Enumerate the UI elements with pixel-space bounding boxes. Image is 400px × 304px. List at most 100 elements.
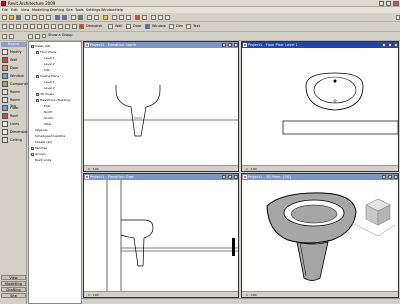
expand-toggle[interactable] bbox=[31, 147, 34, 150]
design-item-floor[interactable]: Floor bbox=[2, 104, 26, 112]
expand-toggle[interactable] bbox=[36, 51, 39, 54]
paste-icon[interactable] bbox=[46, 15, 51, 20]
view-maximize-icon[interactable] bbox=[388, 175, 392, 179]
thin-lines-icon[interactable] bbox=[142, 15, 147, 20]
tree-item[interactable]: Sheets (all) bbox=[35, 140, 52, 144]
design-item-lines[interactable]: Lines bbox=[2, 120, 26, 128]
window-label[interactable]: Window bbox=[152, 24, 166, 29]
view-elevation-east[interactable]: Project1 - Elevation: East 1 : 100 bbox=[83, 173, 239, 298]
help-search-icon[interactable] bbox=[396, 15, 400, 20]
expand-toggle[interactable] bbox=[31, 45, 34, 48]
menu-settings[interactable]: Settings bbox=[86, 8, 100, 12]
view-scale[interactable]: 1 : 100 bbox=[88, 293, 99, 297]
tree-item[interactable]: Level 2 bbox=[44, 62, 55, 66]
rotate-icon[interactable] bbox=[16, 24, 21, 29]
tree-item[interactable]: South bbox=[44, 116, 53, 120]
tree-item[interactable]: Families bbox=[35, 146, 47, 150]
print-icon[interactable] bbox=[25, 15, 30, 20]
menu-help[interactable]: Help bbox=[115, 8, 123, 12]
demolish-label[interactable]: Demolish bbox=[86, 24, 102, 29]
tree-item[interactable]: Revit Links bbox=[35, 158, 51, 162]
move-icon[interactable] bbox=[2, 24, 7, 29]
menu-tools[interactable]: Tools bbox=[75, 8, 84, 12]
text-icon[interactable] bbox=[186, 24, 191, 29]
redo-icon[interactable] bbox=[62, 15, 67, 20]
offset-icon[interactable] bbox=[44, 24, 49, 29]
tree-item[interactable]: 3D Views bbox=[40, 92, 54, 96]
copy-element-icon[interactable] bbox=[9, 24, 14, 29]
expand-toggle[interactable] bbox=[36, 75, 39, 78]
tree-item[interactable]: North bbox=[44, 110, 52, 114]
show-group-checkbox[interactable] bbox=[42, 34, 46, 38]
split-icon[interactable] bbox=[58, 24, 63, 29]
menu-edit[interactable]: Edit bbox=[11, 8, 18, 12]
tree-item[interactable]: Elevations (Building bbox=[40, 98, 70, 102]
new-icon[interactable] bbox=[2, 15, 7, 20]
tree-item[interactable]: Ceiling Plans bbox=[40, 74, 59, 78]
view-elevation-north[interactable]: Project1 - Elevation: North 1 : 100 bbox=[83, 41, 239, 172]
mirror-icon[interactable] bbox=[23, 24, 28, 29]
array-icon[interactable] bbox=[30, 24, 35, 29]
filter-icon[interactable] bbox=[165, 15, 170, 20]
section-icon[interactable] bbox=[112, 15, 117, 20]
save-icon[interactable] bbox=[16, 15, 21, 20]
undo-icon[interactable] bbox=[55, 15, 60, 20]
tree-item[interactable]: Site bbox=[44, 68, 50, 72]
design-item-door[interactable]: Door bbox=[2, 64, 26, 72]
tree-item[interactable]: Views (all) bbox=[35, 44, 50, 48]
view-minimize-icon[interactable] bbox=[222, 175, 226, 179]
view-maximize-icon[interactable] bbox=[228, 43, 232, 47]
menu-window[interactable]: Window bbox=[101, 8, 115, 12]
design-options-icon[interactable] bbox=[9, 34, 14, 39]
close-icon[interactable] bbox=[393, 1, 399, 6]
window-icon[interactable] bbox=[145, 24, 150, 29]
zoom-icon[interactable] bbox=[87, 15, 92, 20]
design-tab-modelling[interactable]: Modelling bbox=[1, 281, 26, 286]
design-tab-view[interactable]: View bbox=[1, 275, 26, 280]
dimension-icon[interactable] bbox=[169, 24, 174, 29]
view-close-icon[interactable] bbox=[394, 175, 398, 179]
tree-item[interactable]: Level 1 bbox=[44, 56, 55, 60]
scale-icon[interactable] bbox=[37, 24, 42, 29]
detail-icon[interactable] bbox=[158, 15, 163, 20]
design-item-component[interactable]: Component bbox=[2, 80, 30, 88]
maximize-icon[interactable] bbox=[386, 1, 391, 6]
render-icon[interactable] bbox=[135, 15, 140, 20]
align-icon[interactable] bbox=[65, 24, 70, 29]
view-maximize-icon[interactable] bbox=[388, 43, 392, 47]
view-scale[interactable]: 1 : 100 bbox=[246, 293, 257, 297]
menu-drafting[interactable]: Drafting bbox=[50, 8, 64, 12]
design-tab-site[interactable]: Site bbox=[1, 293, 26, 298]
view-close-icon[interactable] bbox=[394, 43, 398, 47]
open-icon[interactable] bbox=[9, 15, 14, 20]
3d-view-icon[interactable] bbox=[103, 15, 108, 20]
expand-toggle[interactable] bbox=[36, 99, 39, 102]
view-3d[interactable]: Project1 - 3D View: {3D} 1 : 100 bbox=[241, 173, 399, 298]
pin-icon[interactable] bbox=[72, 24, 77, 29]
design-tab-drafting[interactable]: Drafting bbox=[1, 287, 26, 292]
design-item-dimension[interactable]: Dimension bbox=[2, 128, 29, 136]
copy-icon[interactable] bbox=[39, 15, 44, 20]
wall-label[interactable]: Wall bbox=[115, 24, 122, 29]
menu-modelling[interactable]: Modelling bbox=[32, 8, 49, 12]
tree-item[interactable]: Legends bbox=[35, 128, 48, 132]
callout-icon[interactable] bbox=[126, 15, 131, 20]
expand-toggle[interactable] bbox=[36, 93, 39, 96]
view-minimize-icon[interactable] bbox=[382, 175, 386, 179]
wall-icon[interactable] bbox=[108, 24, 113, 29]
tree-item[interactable]: Schedules/Quantitie bbox=[35, 134, 65, 138]
design-item-room-tag[interactable]: Room Tag bbox=[2, 96, 26, 108]
menu-view[interactable]: View bbox=[21, 8, 29, 12]
door-label[interactable]: Door bbox=[133, 24, 141, 29]
ungroup-icon[interactable] bbox=[35, 34, 40, 39]
view-scale[interactable]: 1 : 100 bbox=[246, 167, 257, 171]
view-scale[interactable]: 1 : 100 bbox=[88, 167, 99, 171]
minimize-icon[interactable] bbox=[379, 1, 384, 6]
elevation-icon[interactable] bbox=[119, 15, 124, 20]
cut-icon[interactable] bbox=[32, 15, 37, 20]
trim-icon[interactable] bbox=[51, 24, 56, 29]
tree-item[interactable]: Level 2 bbox=[44, 86, 55, 90]
select-icon[interactable] bbox=[71, 15, 76, 20]
design-item-wall[interactable]: Wall bbox=[2, 56, 26, 64]
tree-item[interactable]: East bbox=[44, 104, 50, 108]
